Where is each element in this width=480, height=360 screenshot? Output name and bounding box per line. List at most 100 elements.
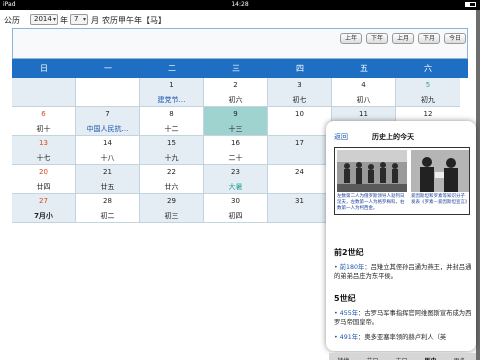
day-cell[interactable]: 3 初七 <box>268 78 332 107</box>
day-cell[interactable]: 22 廿六 <box>140 165 204 194</box>
tab-history[interactable]: 历史 <box>418 356 443 360</box>
day-cell[interactable]: 21 廿五 <box>76 165 140 194</box>
day-cell[interactable]: 13 十七 <box>12 136 76 165</box>
entry-year-link[interactable]: 491年 <box>340 334 358 341</box>
status-bar: iPad 14:28 <box>0 0 480 10</box>
day-cell[interactable]: 2 初六 <box>204 78 268 107</box>
day-number: 12 <box>423 110 433 118</box>
lunar-date: 初九 <box>421 96 435 104</box>
day-cell[interactable]: 20 廿四 <box>12 165 76 194</box>
week-row: 1 建党节… 2 初六 3 初七 4 初八 5 初九 <box>12 78 468 107</box>
history-entry: • 455年：古罗马军事指挥官阿维图斯宣布成为西罗马帝国皇帝。 <box>334 310 472 326</box>
clock: 14:28 <box>231 1 249 8</box>
day-number: 27 <box>39 197 48 205</box>
day-cell[interactable]: 15 十九 <box>140 136 204 165</box>
section-heading-2bc: 前2世纪 <box>334 248 364 257</box>
lunar-date: 中国人民抗… <box>86 125 129 133</box>
photo-caption-right: 爱因斯坦和罗素等知识分子发表《罗素—爱因斯坦宣言》 <box>411 194 470 205</box>
tab-more[interactable]: 更多 <box>447 356 472 360</box>
history-photo-left <box>337 150 407 192</box>
lunar-date: 初七 <box>292 96 307 104</box>
next-year-button[interactable]: 下年 <box>366 33 388 44</box>
day-cell[interactable]: 5 初九 <box>396 78 460 107</box>
tab-convert[interactable]: 转换 <box>331 356 356 360</box>
prev-year-button[interactable]: 上年 <box>340 33 362 44</box>
weekday-wed: 三 <box>232 64 240 73</box>
tab-festivals[interactable]: 节日 <box>360 356 385 360</box>
weekday-header: 日 一 二 三 四 五 六 <box>12 59 468 78</box>
lunar-date: 7月小 <box>34 212 53 220</box>
gongli-label: 公历 <box>4 16 20 25</box>
day-number: 22 <box>167 168 176 176</box>
section-heading-5c: 5世纪 <box>334 294 356 303</box>
lunar-date: 初二 <box>100 212 115 220</box>
prev-month-button[interactable]: 上月 <box>392 33 414 44</box>
day-cell[interactable]: 7 中国人民抗… <box>76 107 140 136</box>
day-number: 7 <box>105 110 110 118</box>
history-photo-right <box>411 150 469 192</box>
lunar-date: 大暑 <box>228 183 243 191</box>
day-cell[interactable]: 14 十八 <box>76 136 140 165</box>
lunar-date: 初四 <box>228 212 243 220</box>
year-select[interactable]: 2014 ▾ <box>30 14 58 25</box>
weekday-sat: 六 <box>424 64 432 73</box>
day-number: 17 <box>295 139 304 147</box>
lunar-date: 二十 <box>228 154 243 162</box>
day-cell[interactable]: 29 初三 <box>140 194 204 223</box>
chevron-down-icon: ▾ <box>82 16 86 23</box>
weekday-mon: 一 <box>104 64 112 73</box>
weekday-fri: 五 <box>360 64 368 73</box>
day-number: 3 <box>297 81 302 89</box>
day-cell[interactable]: 10 <box>268 107 332 136</box>
weekday-tue: 二 <box>168 64 176 73</box>
day-number: 21 <box>103 168 112 176</box>
calendar-app: 公历 2014 ▾ 年 7 ▾ 月 农历甲午年【马】 上年 下年 上月 下月 今日 … <box>0 10 476 360</box>
popover-title: 历史上的今天 <box>372 133 414 141</box>
day-cell[interactable]: 8 十二 <box>140 107 204 136</box>
day-number: 29 <box>167 197 176 205</box>
navigation-bar: 上年 下年 上月 下月 今日 <box>12 28 468 59</box>
day-cell[interactable]: 6 初十 <box>12 107 76 136</box>
lunar-date: 廿六 <box>164 183 179 191</box>
year-label: 年 <box>60 16 68 25</box>
day-cell[interactable]: 23 大暑 <box>204 165 268 194</box>
lunar-date: 初三 <box>164 212 179 220</box>
day-number: 2 <box>233 81 238 89</box>
day-cell[interactable]: 9 十三 <box>204 107 268 136</box>
entry-year-link[interactable]: 455年 <box>340 310 358 317</box>
day-cell[interactable]: 28 初二 <box>76 194 140 223</box>
today-button[interactable]: 今日 <box>444 33 466 44</box>
day-cell[interactable]: 17 <box>268 136 332 165</box>
day-cell[interactable]: 31 <box>268 194 332 223</box>
day-number: 31 <box>295 197 304 205</box>
empty-day-cell <box>12 78 76 107</box>
day-number: 10 <box>295 110 304 118</box>
next-month-button[interactable]: 下月 <box>418 33 440 44</box>
lunar-date: 廿五 <box>100 183 115 191</box>
weekday-thu: 四 <box>296 64 304 73</box>
day-cell[interactable]: 30 初四 <box>204 194 268 223</box>
lunar-date: 十三 <box>228 125 243 133</box>
month-select[interactable]: 7 ▾ <box>70 14 88 25</box>
day-number: 24 <box>295 168 304 176</box>
back-button[interactable]: 返回 <box>334 132 348 142</box>
day-number: 1 <box>169 81 174 89</box>
day-cell[interactable]: 24 <box>268 165 332 194</box>
chevron-down-icon: ▾ <box>52 16 56 23</box>
bottom-tab-bar: 转换 节日 吉日 历史 更多 <box>329 353 476 360</box>
day-number: 28 <box>103 197 112 205</box>
photo-caption-left: 左数第二人为俄罗斯领导人勃列日涅夫，左数第一人为格罗梅科，右数第一人为柯西金。 <box>337 194 405 211</box>
day-number: 13 <box>39 139 48 147</box>
day-cell[interactable]: 4 初八 <box>332 78 396 107</box>
lunar-date: 初十 <box>36 125 51 133</box>
day-cell[interactable]: 16 二十 <box>204 136 268 165</box>
day-number: 4 <box>361 81 366 89</box>
entry-year-link[interactable]: 前180年 <box>340 264 365 271</box>
tab-auspicious-days[interactable]: 吉日 <box>389 356 414 360</box>
lunar-date: 十九 <box>164 154 179 162</box>
day-cell[interactable]: 1 建党节… <box>140 78 204 107</box>
day-cell[interactable]: 27 7月小 <box>12 194 76 223</box>
history-entry: • 前180年：吕雉立其侄孙吕通为燕王，并封吕通的弟弟吕庄为东平侯。 <box>334 264 472 280</box>
history-photos: 左数第二人为俄罗斯领导人勃列日涅夫，左数第一人为格罗梅科，右数第一人为柯西金。 … <box>334 147 470 215</box>
day-number: 20 <box>39 168 48 176</box>
